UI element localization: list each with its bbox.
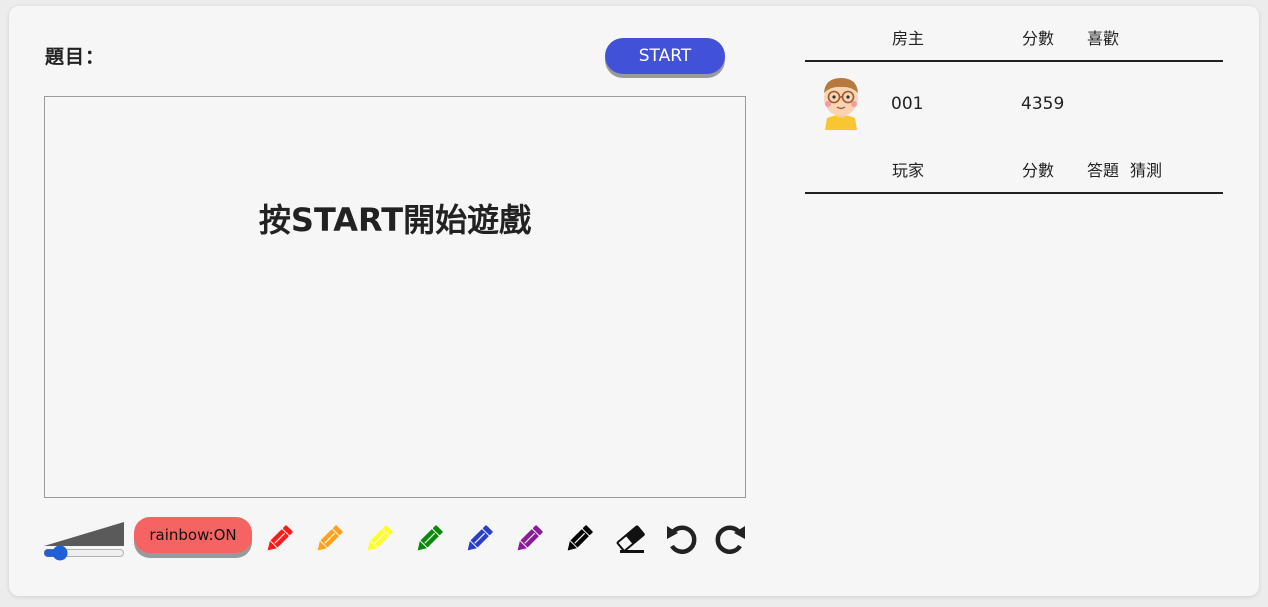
drawing-canvas[interactable]: 按START開始遊戲 <box>44 96 746 498</box>
undo-icon[interactable] <box>664 522 698 556</box>
blue-pencil-icon[interactable] <box>462 522 496 556</box>
guess-header: 猜測 <box>1130 161 1163 180</box>
host-name: 001 <box>891 94 924 114</box>
avatar-icon <box>811 68 871 130</box>
eraser-icon[interactable] <box>614 522 648 556</box>
likes-header: 喜歡 <box>1087 29 1120 48</box>
score-header: 分數 <box>1022 29 1055 48</box>
start-button[interactable]: START <box>605 38 725 74</box>
player-header: 玩家 <box>892 161 925 180</box>
orange-pencil-icon[interactable] <box>312 522 346 556</box>
question-label: 題目： <box>45 46 106 68</box>
redo-icon[interactable] <box>714 522 748 556</box>
rainbow-toggle-button[interactable]: rainbow:ON <box>134 517 252 553</box>
host-header: 房主 <box>892 29 925 48</box>
host-score: 4359 <box>1021 94 1065 114</box>
purple-pencil-icon[interactable] <box>512 522 546 556</box>
red-pencil-icon[interactable] <box>262 522 296 556</box>
green-pencil-icon[interactable] <box>412 522 446 556</box>
player-header-divider <box>805 192 1223 194</box>
player-score-header: 分數 <box>1022 161 1055 180</box>
canvas-message: 按START開始遊戲 <box>258 201 532 239</box>
brush-size-icon <box>44 522 124 546</box>
host-header-divider <box>805 60 1223 62</box>
drawing-toolbar: rainbow:ON <box>43 514 764 574</box>
yellow-pencil-icon[interactable] <box>362 522 396 556</box>
brush-size-slider[interactable] <box>43 545 125 561</box>
answer-header: 答題 <box>1087 161 1120 180</box>
game-panel: 題目： START 按START開始遊戲 rainbow:ON 房主 分數 喜歡… <box>9 6 1259 596</box>
black-pencil-icon[interactable] <box>562 522 596 556</box>
